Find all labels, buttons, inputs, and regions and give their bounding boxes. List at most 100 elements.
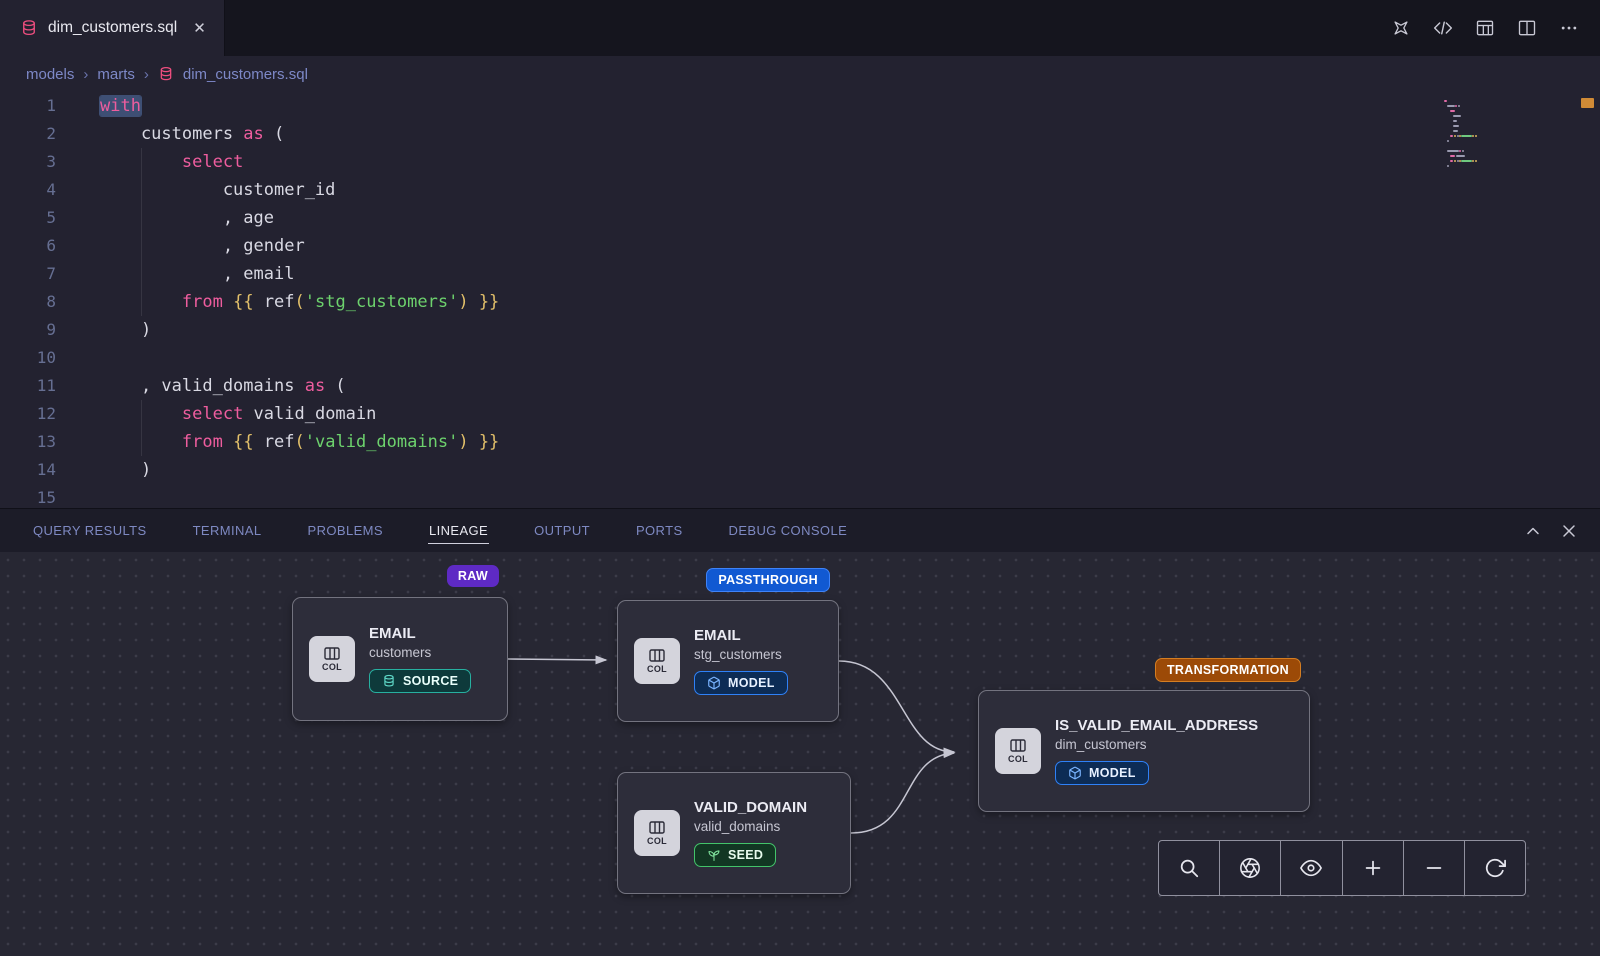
lineage-node-customers-email[interactable]: RAW COL EMAIL customers SOURCE: [292, 597, 508, 721]
code-lines[interactable]: with customers as ( select customer_id ,…: [84, 92, 1600, 508]
code-line[interactable]: select: [100, 148, 1600, 176]
minimap[interactable]: [1444, 100, 1574, 175]
code-line[interactable]: from {{ ref('valid_domains') }}: [100, 428, 1600, 456]
panel-tab-output[interactable]: OUTPUT: [533, 518, 591, 544]
raw-tag: RAW: [447, 565, 499, 587]
node-body: IS_VALID_EMAIL_ADDRESS dim_customers MOD…: [1055, 717, 1258, 785]
source-badge[interactable]: SOURCE: [369, 669, 471, 693]
breadcrumb-separator: ›: [144, 66, 149, 83]
editor-actions: [1384, 0, 1600, 56]
code-line[interactable]: from {{ ref('stg_customers') }}: [100, 288, 1600, 316]
code-line[interactable]: select valid_domain: [100, 400, 1600, 428]
model-badge[interactable]: MODEL: [1055, 761, 1149, 785]
lineage-panel: RAW COL EMAIL customers SOURCE: [0, 552, 1600, 956]
node-body: EMAIL customers SOURCE: [369, 625, 471, 693]
code-line[interactable]: , valid_domains as (: [100, 372, 1600, 400]
indent-guide: [141, 148, 142, 316]
model-name: customers: [369, 645, 471, 660]
scrollbar-marker: [1581, 98, 1594, 108]
lineage-node-stg-customers-email[interactable]: PASSTHROUGH COL EMAIL stg_customers MODE…: [617, 600, 839, 722]
code-line[interactable]: [100, 484, 1600, 508]
aperture-icon[interactable]: [1219, 841, 1280, 895]
column-name: EMAIL: [694, 627, 788, 644]
seed-badge[interactable]: SEED: [694, 843, 776, 867]
breadcrumb-marts[interactable]: marts: [97, 66, 135, 83]
line-number: 13: [0, 428, 56, 456]
breadcrumb-separator: ›: [83, 66, 88, 83]
cube-icon: [1068, 766, 1082, 780]
code-line[interactable]: [100, 344, 1600, 372]
code-line[interactable]: , email: [100, 260, 1600, 288]
zoom-out-icon[interactable]: [1403, 841, 1464, 895]
code-line[interactable]: ): [100, 316, 1600, 344]
code-icon[interactable]: [1426, 11, 1460, 45]
column-type-icon: COL: [309, 636, 355, 682]
line-number: 11: [0, 372, 56, 400]
editor-tab-bar: dim_customers.sql ✕: [0, 0, 1600, 56]
database-icon: [382, 674, 396, 688]
col-label: COL: [322, 662, 342, 672]
badge-label: MODEL: [1089, 766, 1136, 780]
more-actions-icon[interactable]: [1552, 11, 1586, 45]
model-badge[interactable]: MODEL: [694, 671, 788, 695]
lineage-node-dim-customers[interactable]: TRANSFORMATION COL IS_VALID_EMAIL_ADDRES…: [978, 690, 1310, 812]
column-name: VALID_DOMAIN: [694, 799, 807, 816]
tab-title: dim_customers.sql: [48, 19, 177, 37]
column-name: EMAIL: [369, 625, 471, 642]
split-editor-icon[interactable]: [1510, 11, 1544, 45]
indent-guide: [141, 400, 142, 456]
line-number: 7: [0, 260, 56, 288]
col-label: COL: [1008, 754, 1028, 764]
column-type-icon: COL: [634, 810, 680, 856]
line-number: 14: [0, 456, 56, 484]
refresh-icon[interactable]: [1464, 841, 1525, 895]
close-panel-icon[interactable]: [1554, 516, 1584, 546]
tab-close-icon[interactable]: ✕: [193, 19, 206, 37]
seedling-icon: [707, 848, 721, 862]
tab-dim-customers-sql[interactable]: dim_customers.sql ✕: [0, 0, 225, 56]
panel-tab-query-results[interactable]: QUERY RESULTS: [32, 518, 148, 544]
breadcrumb-models[interactable]: models: [26, 66, 74, 83]
line-number: 3: [0, 148, 56, 176]
breadcrumb: models › marts › dim_customers.sql: [0, 56, 1600, 92]
badge-label: MODEL: [728, 676, 775, 690]
code-line[interactable]: ): [100, 456, 1600, 484]
transformation-tag: TRANSFORMATION: [1155, 658, 1301, 682]
breadcrumb-file[interactable]: dim_customers.sql: [183, 66, 308, 83]
model-name: stg_customers: [694, 647, 788, 662]
badge-label: SOURCE: [403, 674, 458, 688]
code-line[interactable]: , gender: [100, 232, 1600, 260]
code-line[interactable]: , age: [100, 204, 1600, 232]
panel-tab-problems[interactable]: PROBLEMS: [307, 518, 384, 544]
col-label: COL: [647, 664, 667, 674]
panel-actions: [1518, 516, 1584, 546]
four-point-star-icon[interactable]: [1384, 11, 1418, 45]
column-type-icon: COL: [634, 638, 680, 684]
code-line[interactable]: with: [100, 92, 1600, 120]
panel-tab-terminal[interactable]: TERMINAL: [192, 518, 263, 544]
cube-icon: [707, 676, 721, 690]
line-number: 6: [0, 232, 56, 260]
lineage-toolbar: [1158, 840, 1526, 896]
code-line[interactable]: customer_id: [100, 176, 1600, 204]
search-icon[interactable]: [1159, 841, 1219, 895]
panel-tab-debug-console[interactable]: DEBUG CONSOLE: [728, 518, 849, 544]
app-window: dim_customers.sql ✕: [0, 0, 1600, 956]
collapse-panel-icon[interactable]: [1518, 516, 1548, 546]
badge-label: SEED: [728, 848, 763, 862]
column-name: IS_VALID_EMAIL_ADDRESS: [1055, 717, 1258, 734]
eye-icon[interactable]: [1280, 841, 1341, 895]
line-number: 2: [0, 120, 56, 148]
query-results-icon[interactable]: [1468, 11, 1502, 45]
code-editor[interactable]: 123456789101112131415 with customers as …: [0, 92, 1600, 508]
zoom-in-icon[interactable]: [1342, 841, 1403, 895]
panel-tab-bar: QUERY RESULTS TERMINAL PROBLEMS LINEAGE OUTP…: [0, 508, 1600, 552]
line-number: 12: [0, 400, 56, 428]
passthrough-tag: PASSTHROUGH: [706, 568, 830, 592]
lineage-node-valid-domains[interactable]: COL VALID_DOMAIN valid_domains SEED: [617, 772, 851, 894]
panel-tab-lineage[interactable]: LINEAGE: [428, 518, 489, 544]
code-line[interactable]: customers as (: [100, 120, 1600, 148]
panel-tab-ports[interactable]: PORTS: [635, 518, 684, 544]
model-name: dim_customers: [1055, 737, 1258, 752]
line-number: 1: [0, 92, 56, 120]
